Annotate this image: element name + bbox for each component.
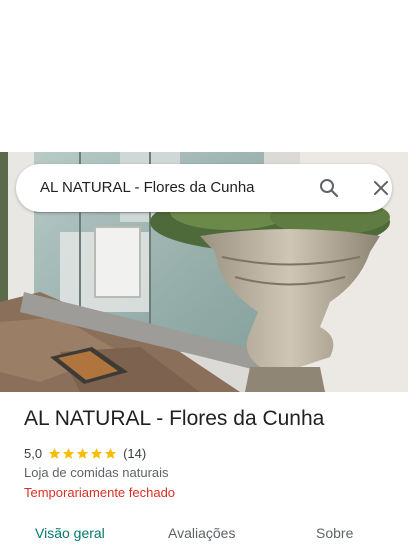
- tab-reviews[interactable]: Avaliações: [168, 525, 235, 541]
- tab-overview[interactable]: Visão geral: [35, 525, 105, 541]
- place-category: Loja de comidas naturais: [24, 465, 169, 480]
- search-input[interactable]: AL NATURAL - Flores da Cunha: [40, 164, 255, 212]
- map-area-blank: [0, 0, 408, 152]
- review-count[interactable]: (14): [123, 446, 146, 461]
- status-closed: Temporariamente fechado: [24, 485, 176, 500]
- rating-stars: [48, 447, 118, 460]
- star-icon: [76, 447, 89, 459]
- rating-value: 5,0: [24, 445, 43, 461]
- tab-bar: Visão geral Avaliações Sobre: [0, 516, 408, 544]
- rating-row[interactable]: 5,0 (14): [24, 445, 146, 461]
- star-icon: [48, 447, 61, 459]
- close-icon[interactable]: [366, 174, 396, 202]
- place-title: AL NATURAL - Flores da Cunha: [24, 407, 325, 430]
- star-icon: [90, 447, 103, 459]
- tab-about[interactable]: Sobre: [316, 525, 353, 541]
- star-icon: [62, 447, 75, 459]
- star-icon: [104, 447, 117, 459]
- search-icon[interactable]: [314, 174, 344, 202]
- search-bar[interactable]: AL NATURAL - Flores da Cunha: [16, 164, 392, 212]
